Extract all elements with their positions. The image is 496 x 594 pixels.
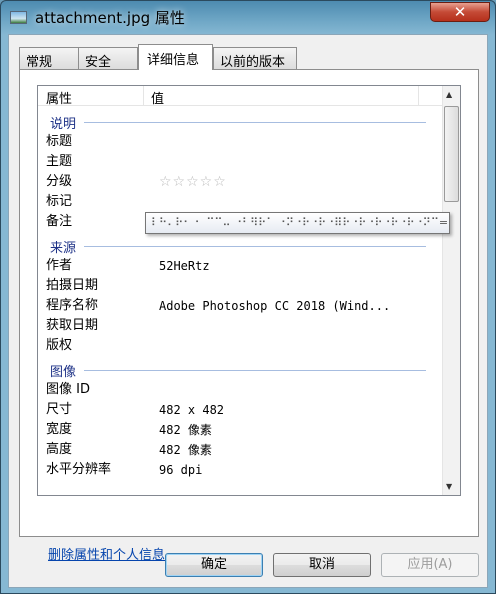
property-name: 主题 bbox=[46, 154, 73, 169]
list-header: 属性 值 bbox=[38, 86, 442, 107]
property-row[interactable]: 版权 bbox=[46, 336, 436, 356]
tab-security[interactable]: 安全 bbox=[78, 47, 138, 70]
group-header-description[interactable]: 说明 bbox=[50, 113, 76, 132]
property-name: 程序名称 bbox=[46, 298, 99, 313]
rating-stars[interactable]: ☆☆☆☆☆ bbox=[159, 172, 227, 192]
group-divider bbox=[84, 370, 426, 371]
property-row[interactable]: 水平分辨率 96 dpi bbox=[46, 460, 436, 480]
close-button[interactable]: ✕ bbox=[430, 2, 490, 22]
scroll-up-arrow-icon[interactable]: ▲ bbox=[446, 90, 452, 99]
tab-previous-versions[interactable]: 以前的版本 bbox=[213, 47, 297, 70]
property-row[interactable]: 高度 482 像素 bbox=[46, 440, 436, 460]
property-row[interactable]: 宽度 482 像素 bbox=[46, 420, 436, 440]
property-name: 拍摄日期 bbox=[46, 278, 99, 293]
tab-details[interactable]: 详细信息 bbox=[138, 44, 213, 70]
vertical-scrollbar[interactable]: ▲ ▼ bbox=[442, 86, 460, 495]
property-row[interactable]: 标记 bbox=[46, 192, 436, 212]
group-divider bbox=[84, 122, 426, 123]
property-value: 52HeRtz bbox=[159, 259, 210, 273]
group-header-origin[interactable]: 来源 bbox=[50, 237, 76, 256]
property-value: 482 x 482 bbox=[159, 403, 225, 417]
property-name: 分级 bbox=[46, 174, 73, 189]
apply-button[interactable]: 应用(A) bbox=[381, 553, 479, 577]
property-row[interactable]: 程序名称 Adobe Photoshop CC 2018 (Wind... bbox=[46, 296, 436, 316]
property-value: Adobe Photoshop CC 2018 (Wind... bbox=[159, 299, 391, 313]
property-row[interactable]: 标题 bbox=[46, 132, 436, 152]
property-row[interactable]: 获取日期 bbox=[46, 316, 436, 336]
property-row[interactable]: 作者 52HeRtz bbox=[46, 256, 436, 276]
scrollbar-thumb[interactable] bbox=[444, 106, 459, 202]
image-file-icon bbox=[10, 11, 27, 24]
property-name: 水平分辨率 bbox=[46, 462, 112, 477]
group-header-image[interactable]: 图像 bbox=[50, 361, 76, 380]
properties-window: attachment.jpg 属性 ✕ 常规 安全 详细信息 以前的版本 属性 … bbox=[0, 0, 496, 594]
property-name: 尺寸 bbox=[46, 402, 73, 417]
property-row[interactable]: 分级 ☆☆☆☆☆ bbox=[46, 172, 436, 192]
scroll-down-arrow-icon[interactable]: ▼ bbox=[446, 482, 452, 491]
ok-button[interactable]: 确定 bbox=[165, 553, 263, 577]
cancel-button[interactable]: 取消 bbox=[273, 553, 371, 577]
property-row[interactable]: 尺寸 482 x 482 bbox=[46, 400, 436, 420]
details-panel: 属性 值 说明标题主题分级 ☆☆☆☆☆ 标记备注来源作者 52HeRtz 拍摄日期程序名… bbox=[19, 69, 479, 563]
property-name: 作者 bbox=[46, 258, 73, 273]
property-value: 482 像素 bbox=[159, 443, 212, 457]
group-divider bbox=[84, 246, 426, 247]
dialog-client: 常规 安全 详细信息 以前的版本 属性 值 说明标题主题分级 ☆☆☆☆☆ 标记备注来… bbox=[8, 34, 488, 588]
property-row[interactable]: 主题 bbox=[46, 152, 436, 172]
tab-general[interactable]: 常规 bbox=[19, 47, 79, 70]
window-title: attachment.jpg 属性 bbox=[35, 9, 185, 27]
property-name: 版权 bbox=[46, 338, 73, 353]
property-name: 图像 ID bbox=[46, 382, 90, 397]
property-value: 482 像素 bbox=[159, 423, 212, 437]
property-row[interactable]: 拍摄日期 bbox=[46, 276, 436, 296]
column-header-value[interactable]: 值 bbox=[151, 88, 164, 107]
property-name: 宽度 bbox=[46, 422, 73, 437]
property-name: 备注 bbox=[46, 214, 73, 229]
property-name: 标题 bbox=[46, 134, 73, 149]
column-header-property[interactable]: 属性 bbox=[46, 88, 72, 107]
property-row[interactable]: 图像 ID bbox=[46, 380, 436, 400]
property-name: 高度 bbox=[46, 442, 73, 457]
property-name: 获取日期 bbox=[46, 318, 99, 333]
property-list[interactable]: 属性 值 说明标题主题分级 ☆☆☆☆☆ 标记备注来源作者 52HeRtz 拍摄日期程序名… bbox=[37, 85, 461, 496]
property-name: 标记 bbox=[46, 194, 73, 209]
comment-tooltip: ⠇⠓⠄⠗⠂ ⠂ ⠉⠉⠤ ⠐⠃⠻⠗⠁ ⠐⠝⠐⠗⠐⠗⠐⠿⠗⠐⠗⠐⠗⠐⠗⠐⠗⠐⠝⠉= bbox=[145, 212, 450, 234]
remove-properties-link[interactable]: 删除属性和个人信息 bbox=[48, 544, 165, 563]
property-value: 96 dpi bbox=[159, 463, 203, 477]
